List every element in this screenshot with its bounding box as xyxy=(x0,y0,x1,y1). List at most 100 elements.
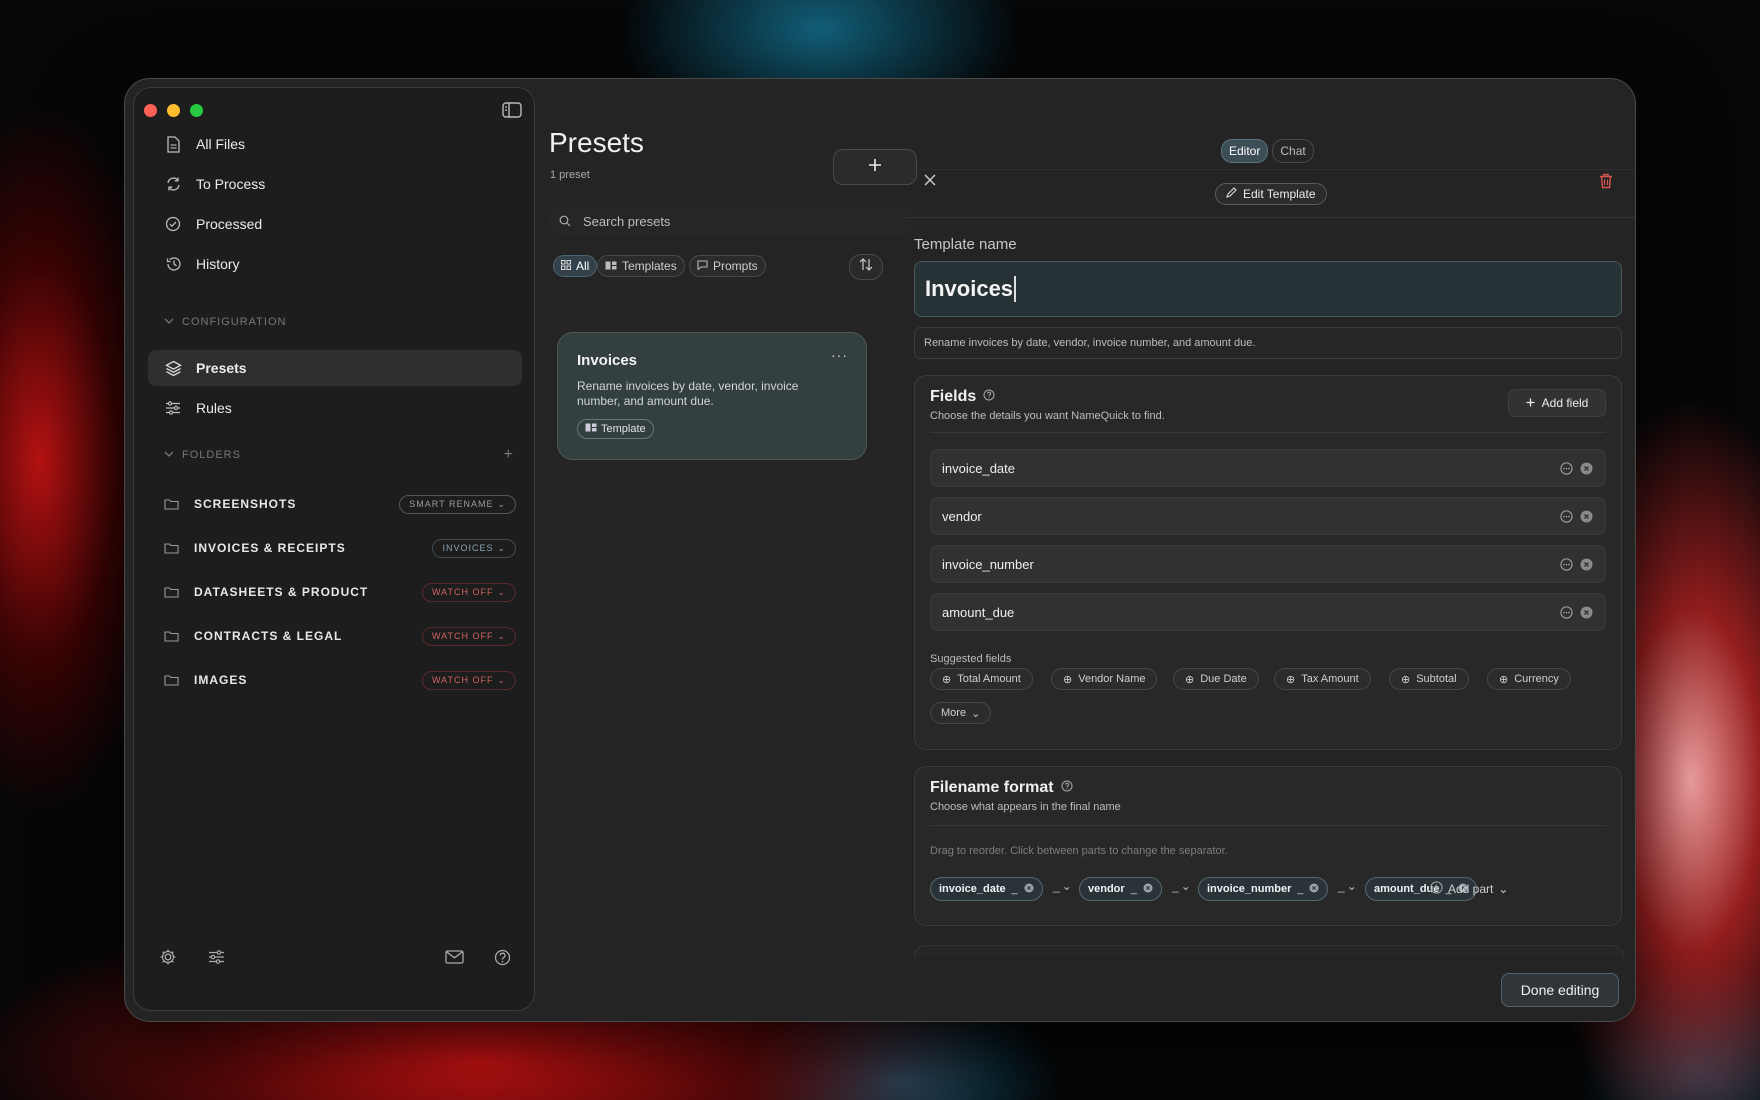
more-options-icon[interactable]: ··· xyxy=(831,347,848,363)
grid-icon xyxy=(561,259,571,273)
field-row[interactable]: invoice_date xyxy=(930,449,1606,487)
sidebar-item-history[interactable]: History xyxy=(148,246,522,282)
folders-section-header[interactable]: FOLDERS + xyxy=(164,446,516,464)
sidebar-item-rules[interactable]: Rules xyxy=(148,390,522,426)
add-part-button[interactable]: Add part ⌄ xyxy=(1430,877,1508,901)
filter-templates[interactable]: Templates xyxy=(597,255,685,277)
trash-icon[interactable] xyxy=(1599,173,1615,191)
field-row[interactable]: amount_due xyxy=(930,593,1606,631)
sort-button[interactable] xyxy=(849,254,883,280)
add-folder-button[interactable]: + xyxy=(504,446,514,464)
sidebar-item-label: Processed xyxy=(196,216,263,232)
template-name-input[interactable]: Invoices xyxy=(914,261,1622,317)
remove-field-icon[interactable] xyxy=(1579,605,1593,619)
filename-format-title: Filename format xyxy=(930,779,1073,797)
search-presets-field[interactable] xyxy=(549,207,915,235)
help-icon[interactable] xyxy=(492,947,512,967)
more-suggestions-button[interactable]: More ⌄ xyxy=(930,702,992,724)
template-description-input[interactable]: Rename invoices by date, vendor, invoice… xyxy=(914,327,1622,359)
close-window-button[interactable] xyxy=(144,104,157,117)
remove-part-icon[interactable] xyxy=(1309,883,1319,896)
folder-preset-dropdown[interactable]: WATCH OFF ⌄ xyxy=(421,626,516,646)
chevron-down-icon: ⌄ xyxy=(497,498,506,509)
plus-circle-icon xyxy=(1430,881,1443,897)
format-part-chip[interactable]: vendor _ xyxy=(1079,877,1162,901)
sidebar-item-label: To Process xyxy=(196,176,266,192)
folder-row[interactable]: SCREENSHOTS SMART RENAME ⌄ xyxy=(164,492,516,516)
sidebar-item-to-process[interactable]: To Process xyxy=(148,166,522,202)
filter-prompts[interactable]: Prompts xyxy=(689,255,766,277)
separator-selector[interactable]: _ ⌄ xyxy=(1172,879,1191,893)
folder-preset-dropdown[interactable]: INVOICES ⌄ xyxy=(432,538,516,558)
suggested-field-chip[interactable]: ⊕ Tax Amount xyxy=(1274,668,1371,690)
filename-format-panel: Filename format Choose what appears in t… xyxy=(914,766,1622,926)
folder-preset-dropdown[interactable]: WATCH OFF ⌄ xyxy=(421,670,516,690)
folder-preset-dropdown[interactable]: WATCH OFF ⌄ xyxy=(421,582,516,602)
plus-icon xyxy=(1526,396,1535,410)
info-icon[interactable] xyxy=(1061,779,1073,797)
tab-editor[interactable]: Editor xyxy=(1221,139,1269,163)
sort-arrows-icon xyxy=(859,258,873,276)
sliders-icon xyxy=(164,399,182,417)
plus-circle-icon: ⊕ xyxy=(1063,673,1073,686)
add-preset-button[interactable] xyxy=(833,149,917,185)
remove-part-icon[interactable] xyxy=(1143,883,1153,896)
sidebar-item-processed[interactable]: Processed xyxy=(148,206,522,242)
remove-part-icon[interactable] xyxy=(1024,883,1034,896)
chevron-down-icon: ⌄ xyxy=(497,542,506,553)
close-icon[interactable] xyxy=(921,171,939,189)
filename-format-subtitle: Choose what appears in the final name xyxy=(930,801,1121,813)
sidebar-item-all-files[interactable]: All Files xyxy=(148,126,522,162)
more-circle-icon[interactable] xyxy=(1559,557,1573,571)
separator-selector[interactable]: _ ⌄ xyxy=(1338,879,1357,893)
folder-preset-dropdown[interactable]: SMART RENAME ⌄ xyxy=(399,494,516,514)
info-icon[interactable] xyxy=(983,388,995,406)
format-part-chip[interactable]: invoice_date _ xyxy=(930,877,1043,901)
remove-field-icon[interactable] xyxy=(1579,557,1593,571)
done-editing-button[interactable]: Done editing xyxy=(1501,973,1619,1007)
sidebar: All Files To Process Processed History C… xyxy=(133,87,535,1011)
field-row[interactable]: invoice_number xyxy=(930,545,1606,583)
more-circle-icon[interactable] xyxy=(1559,605,1573,619)
remove-field-icon[interactable] xyxy=(1579,461,1593,475)
more-circle-icon[interactable] xyxy=(1559,509,1573,523)
chat-bubble-icon xyxy=(697,259,708,273)
field-row[interactable]: vendor xyxy=(930,497,1606,535)
chevron-down-icon: ⌄ xyxy=(497,674,506,685)
mail-icon[interactable] xyxy=(444,947,464,967)
suggested-field-chip[interactable]: ⊕ Subtotal xyxy=(1389,668,1469,690)
edit-template-button[interactable]: Edit Template xyxy=(1215,183,1327,205)
folder-row[interactable]: DATASHEETS & PRODUCT WATCH OFF ⌄ xyxy=(164,580,516,604)
suggested-field-chip[interactable]: ⊕ Total Amount xyxy=(930,668,1033,690)
zoom-window-button[interactable] xyxy=(190,104,203,117)
settings-icon[interactable] xyxy=(158,947,178,967)
search-input[interactable] xyxy=(581,212,885,230)
folder-row[interactable]: CONTRACTS & LEGAL WATCH OFF ⌄ xyxy=(164,624,516,648)
folder-icon xyxy=(164,585,180,599)
remove-field-icon[interactable] xyxy=(1579,509,1593,523)
preset-card[interactable]: Invoices ··· Rename invoices by date, ve… xyxy=(557,332,867,460)
adjustments-icon[interactable] xyxy=(206,947,226,967)
filter-all[interactable]: All xyxy=(553,255,598,277)
search-icon xyxy=(559,215,571,227)
chevron-down-icon: ⌄ xyxy=(1061,879,1072,893)
separator-selector[interactable]: _ ⌄ xyxy=(1053,879,1072,893)
chevron-down-icon xyxy=(164,316,174,328)
tab-chat[interactable]: Chat xyxy=(1272,139,1314,163)
configuration-section-header[interactable]: CONFIGURATION xyxy=(164,316,286,328)
sidebar-item-presets[interactable]: Presets xyxy=(148,350,522,386)
add-field-button[interactable]: Add field xyxy=(1508,389,1606,417)
suggested-field-chip[interactable]: ⊕ Due Date xyxy=(1173,668,1259,690)
sidebar-toggle-icon[interactable] xyxy=(502,102,522,118)
divider xyxy=(930,432,1606,433)
sidebar-item-label: All Files xyxy=(196,136,246,152)
minimize-window-button[interactable] xyxy=(167,104,180,117)
suggested-field-chip[interactable]: ⊕ Vendor Name xyxy=(1051,668,1158,690)
folder-row[interactable]: IMAGES WATCH OFF ⌄ xyxy=(164,668,516,692)
format-part-chip[interactable]: invoice_number _ xyxy=(1198,877,1329,901)
chevron-down-icon: ⌄ xyxy=(1498,882,1509,896)
folder-row[interactable]: INVOICES & RECEIPTS INVOICES ⌄ xyxy=(164,536,516,560)
plus-circle-icon: ⊕ xyxy=(1185,673,1195,686)
more-circle-icon[interactable] xyxy=(1559,461,1573,475)
suggested-field-chip[interactable]: ⊕ Currency xyxy=(1487,668,1571,690)
